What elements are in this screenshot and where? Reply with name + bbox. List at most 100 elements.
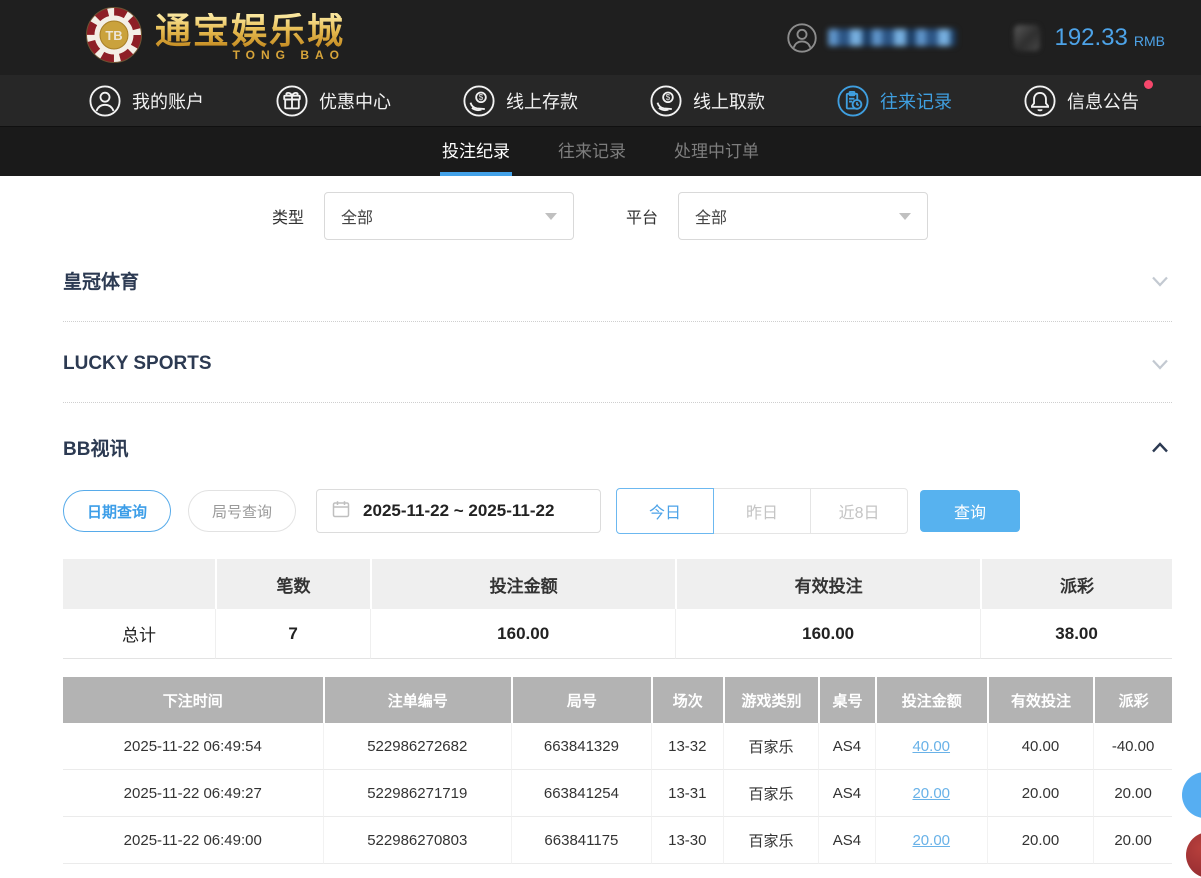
summary-count: 7 <box>215 609 370 659</box>
balance-currency: RMB <box>1134 27 1165 49</box>
summary-payout: 38.00 <box>980 609 1172 659</box>
date-query-toggle[interactable]: 日期查询 <box>63 490 171 532</box>
chevron-down-icon[interactable] <box>1148 352 1172 376</box>
summary-header-bet-amount: 投注金额 <box>370 559 675 609</box>
last-8-days-button[interactable]: 近8日 <box>810 488 908 534</box>
cell-payout: -40.00 <box>1093 723 1172 770</box>
type-filter-value: 全部 <box>341 204 373 228</box>
site-title: 通宝娱乐城 <box>155 13 345 51</box>
nav-withdraw[interactable]: $ 线上取款 <box>649 84 765 118</box>
header-payout: 派彩 <box>1093 677 1172 723</box>
cell-session: 13-32 <box>651 723 723 770</box>
section-crown-sports[interactable]: 皇冠体育 <box>63 267 1172 322</box>
summary-bet-amount: 160.00 <box>370 609 675 659</box>
chevron-down-icon[interactable] <box>1148 269 1172 293</box>
nav-deposit[interactable]: $ 线上存款 <box>462 84 578 118</box>
table-row: 2025-11-22 06:49:27 522986271719 6638412… <box>63 770 1172 817</box>
account-icon <box>88 84 122 118</box>
nav-label: 线上存款 <box>506 88 578 114</box>
search-button[interactable]: 查询 <box>920 490 1020 532</box>
today-button[interactable]: 今日 <box>616 488 714 534</box>
cell-round-id: 663841254 <box>511 770 651 817</box>
site-logo[interactable]: TB 通宝娱乐城 TONG BAO <box>85 6 345 69</box>
cell-order-id: 522986270803 <box>323 817 512 864</box>
platform-filter-value: 全部 <box>695 204 727 228</box>
summary-header-blank <box>63 559 215 609</box>
nav-label: 我的账户 <box>132 88 204 114</box>
summary-header-valid-bet: 有效投注 <box>675 559 980 609</box>
cell-game-type: 百家乐 <box>723 770 818 817</box>
records-tabbar: 投注纪录 往来记录 处理中订单 <box>0 127 1201 176</box>
table-row: 2025-11-22 06:49:54 522986272682 6638413… <box>63 723 1172 770</box>
cell-bet-time: 2025-11-22 06:49:54 <box>63 723 323 770</box>
yesterday-button[interactable]: 昨日 <box>713 488 811 534</box>
round-query-toggle[interactable]: 局号查询 <box>188 490 296 532</box>
tab-pending-orders[interactable]: 处理中订单 <box>672 127 761 176</box>
summary-header-count: 笔数 <box>215 559 370 609</box>
user-avatar-icon[interactable] <box>786 22 818 54</box>
summary-total-row: 总计 7 160.00 160.00 38.00 <box>63 609 1172 659</box>
cell-valid-bet: 20.00 <box>987 817 1093 864</box>
cell-valid-bet: 40.00 <box>987 723 1093 770</box>
header-session: 场次 <box>651 677 723 723</box>
cell-table-id: AS4 <box>818 817 875 864</box>
nav-my-account[interactable]: 我的账户 <box>88 84 204 118</box>
summary-header-payout: 派彩 <box>980 559 1172 609</box>
section-bb-video[interactable]: BB视讯 <box>63 434 1172 461</box>
cell-game-type: 百家乐 <box>723 723 818 770</box>
header-table-id: 桌号 <box>818 677 875 723</box>
cell-game-type: 百家乐 <box>723 817 818 864</box>
table-header-row: 下注时间 注单编号 局号 场次 游戏类别 桌号 投注金额 有效投注 派彩 <box>63 677 1172 723</box>
nav-announcements[interactable]: 信息公告 <box>1023 84 1139 118</box>
records-icon <box>836 84 870 118</box>
bell-icon <box>1023 84 1057 118</box>
bet-records-table: 下注时间 注单编号 局号 场次 游戏类别 桌号 投注金额 有效投注 派彩 202… <box>63 677 1172 864</box>
tab-transactions[interactable]: 往来记录 <box>556 127 628 176</box>
cell-valid-bet: 20.00 <box>987 770 1093 817</box>
nav-transaction-records[interactable]: 往来记录 <box>836 84 952 118</box>
deposit-icon: $ <box>462 84 496 118</box>
top-header: TB 通宝娱乐城 TONG BAO 192.33 RMB <box>0 0 1201 75</box>
header-order-id: 注单编号 <box>323 677 512 723</box>
date-range-picker[interactable]: 2025-11-22 ~ 2025-11-22 <box>316 489 601 533</box>
section-lucky-sports[interactable]: LUCKY SPORTS <box>63 352 1172 403</box>
chevron-up-icon[interactable] <box>1148 436 1172 460</box>
type-filter-select[interactable]: 全部 <box>324 192 574 240</box>
nav-promotions[interactable]: 优惠中心 <box>275 84 391 118</box>
platform-filter-label: 平台 <box>626 204 658 228</box>
nav-label: 往来记录 <box>880 88 952 114</box>
summary-total-label: 总计 <box>63 609 215 659</box>
cell-session: 13-30 <box>651 817 723 864</box>
bet-amount-link[interactable]: 40.00 <box>912 738 950 755</box>
cell-table-id: AS4 <box>818 770 875 817</box>
section-title: LUCKY SPORTS <box>63 353 212 375</box>
table-row: 2025-11-22 06:49:00 522986270803 6638411… <box>63 817 1172 864</box>
filter-row: 类型 全部 平台 全部 <box>272 192 1172 240</box>
cell-order-id: 522986272682 <box>323 723 512 770</box>
username-redacted <box>828 29 956 46</box>
summary-table: 笔数 投注金额 有效投注 派彩 总计 7 160.00 160.00 38.00 <box>63 559 1172 659</box>
chevron-down-icon <box>899 213 911 220</box>
summary-header-row: 笔数 投注金额 有效投注 派彩 <box>63 559 1172 609</box>
chevron-down-icon <box>545 213 557 220</box>
tab-bet-records[interactable]: 投注纪录 <box>440 127 512 176</box>
svg-text:$: $ <box>666 93 671 102</box>
platform-filter-select[interactable]: 全部 <box>678 192 928 240</box>
balance-amount[interactable]: 192.33 <box>1054 24 1127 52</box>
header-round-id: 局号 <box>511 677 651 723</box>
poker-chip-icon: TB <box>85 6 143 69</box>
chip-label: TB <box>105 28 122 43</box>
header-bet-time: 下注时间 <box>63 677 323 723</box>
query-controls: 日期查询 局号查询 2025-11-22 ~ 2025-11-22 今日 昨日 … <box>63 488 1172 534</box>
withdraw-icon: $ <box>649 84 683 118</box>
gift-icon <box>275 84 309 118</box>
bet-amount-link[interactable]: 20.00 <box>912 785 950 802</box>
main-nav: 我的账户 优惠中心 $ 线上存款 <box>0 75 1201 127</box>
cell-bet-time: 2025-11-22 06:49:00 <box>63 817 323 864</box>
notification-dot <box>1144 80 1153 89</box>
nav-label: 信息公告 <box>1067 88 1139 114</box>
bet-amount-link[interactable]: 20.00 <box>912 832 950 849</box>
cell-round-id: 663841175 <box>511 817 651 864</box>
date-range-value: 2025-11-22 ~ 2025-11-22 <box>363 501 554 521</box>
cell-payout: 20.00 <box>1093 817 1172 864</box>
